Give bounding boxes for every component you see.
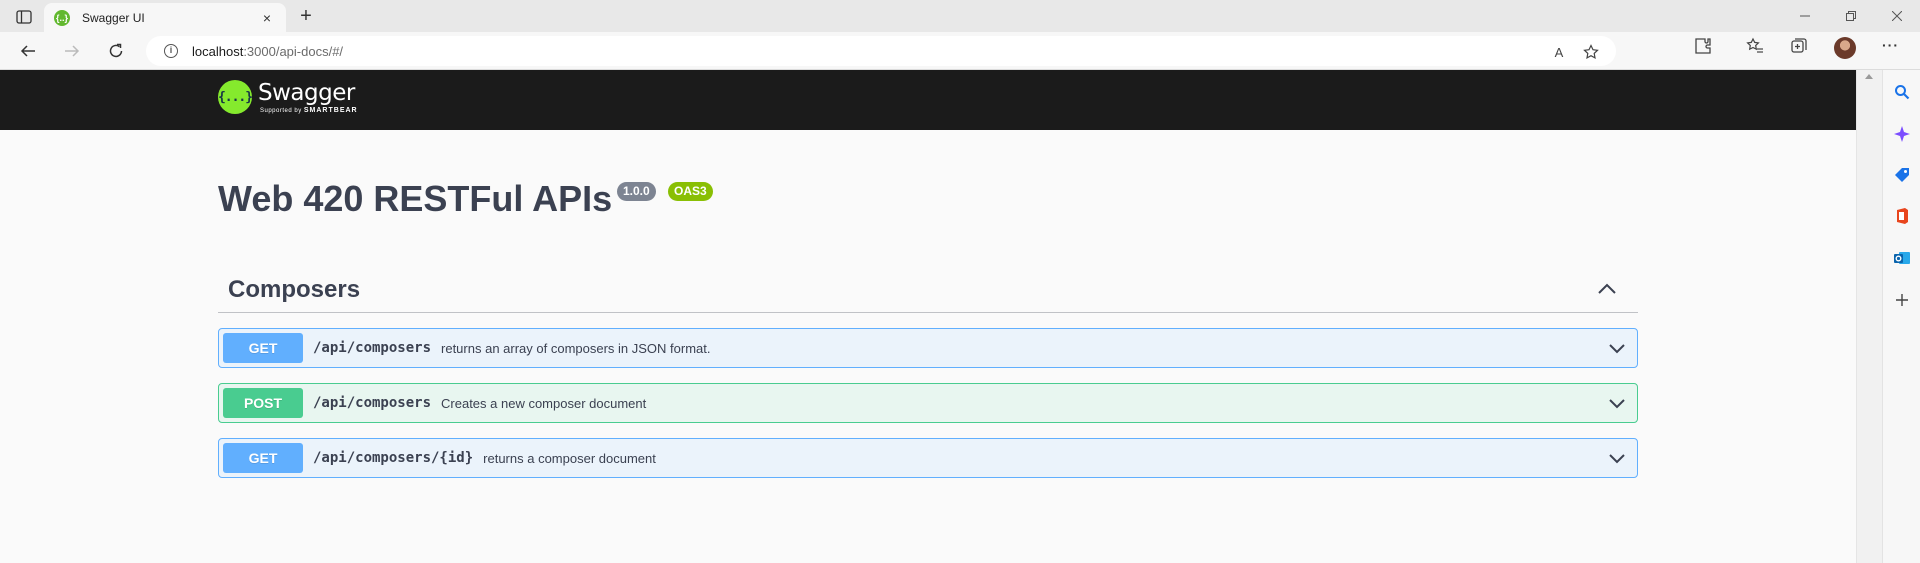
office-icon[interactable]	[1892, 206, 1912, 226]
minimize-icon[interactable]	[1782, 0, 1828, 32]
url-path: :3000/api-docs/#/	[243, 43, 344, 59]
extensions-icon[interactable]	[1694, 37, 1712, 55]
expand-chevron-down-icon[interactable]	[1607, 393, 1627, 413]
read-aloud-icon[interactable]: A	[1548, 41, 1570, 63]
back-arrow-icon[interactable]	[14, 37, 42, 65]
method-badge: GET	[223, 333, 303, 363]
tag-name: Composers	[228, 276, 361, 303]
operation-summary: returns an array of composers in JSON fo…	[441, 340, 711, 356]
site-info-icon[interactable]: i	[164, 44, 178, 58]
operation-summary: Creates a new composer document	[441, 395, 647, 411]
swagger-logo-icon: {...}	[218, 80, 253, 114]
favorites-icon[interactable]	[1746, 37, 1764, 55]
expand-chevron-down-icon[interactable]	[1607, 338, 1627, 358]
browser-toolbar: i localhost:3000/api-docs/#/ A ···	[0, 32, 1920, 70]
swagger-topbar: {...} Swagger Supported by SMARTBEAR	[0, 70, 1856, 130]
operation-path: /api/composers/{id}	[313, 450, 474, 466]
tab-close-icon[interactable]: ×	[258, 10, 276, 26]
search-icon[interactable]	[1892, 82, 1912, 102]
profile-avatar[interactable]	[1834, 37, 1856, 59]
close-window-icon[interactable]	[1874, 0, 1920, 32]
logo-supported-text: Supported by	[260, 108, 302, 114]
forward-arrow-icon[interactable]	[58, 37, 86, 65]
version-badge: 1.0.0	[617, 182, 656, 201]
logo-supported-by: Supported by SMARTBEAR	[260, 107, 358, 114]
method-badge: POST	[223, 388, 303, 418]
logo-name: Swagger	[258, 80, 355, 106]
scroll-up-arrow-icon[interactable]	[1865, 74, 1873, 79]
operation-summary: returns a composer document	[483, 450, 656, 466]
url-text: localhost:3000/api-docs/#/	[192, 44, 343, 59]
logo-words: Swagger Supported by SMARTBEAR	[258, 80, 358, 114]
shopping-tag-icon[interactable]	[1892, 165, 1912, 185]
window-controls	[1782, 0, 1920, 32]
method-badge: GET	[223, 443, 303, 473]
oas-badge: OAS3	[668, 182, 713, 201]
address-bar[interactable]: i localhost:3000/api-docs/#/ A	[146, 36, 1616, 66]
browser-tab-swagger[interactable]: {..} Swagger UI ×	[44, 3, 286, 32]
avatar	[1834, 37, 1856, 59]
favorite-star-icon[interactable]	[1580, 41, 1602, 63]
copilot-sparkle-icon[interactable]	[1892, 124, 1912, 144]
tab-title: Swagger UI	[82, 10, 145, 25]
operation-get-composer-by-id[interactable]: GET /api/composers/{id} returns a compos…	[218, 438, 1638, 478]
operation-get-composers[interactable]: GET /api/composers returns an array of c…	[218, 328, 1638, 368]
operation-path: /api/composers	[313, 340, 432, 356]
swagger-logo[interactable]: {...} Swagger Supported by SMARTBEAR	[218, 80, 358, 114]
operation-post-composers[interactable]: POST /api/composers Creates a new compos…	[218, 383, 1638, 423]
collapse-chevron-up-icon[interactable]	[1596, 278, 1618, 300]
refresh-icon[interactable]	[102, 37, 130, 65]
expand-chevron-down-icon[interactable]	[1607, 448, 1627, 468]
tag-section-header[interactable]: Composers	[218, 268, 1638, 313]
swagger-page: {...} Swagger Supported by SMARTBEAR Web…	[0, 70, 1856, 563]
restore-icon[interactable]	[1828, 0, 1874, 32]
page-scrollbar[interactable]	[1856, 70, 1882, 563]
operation-path: /api/composers	[313, 395, 432, 411]
browser-tab-strip: {..} Swagger UI × +	[0, 0, 1920, 32]
swagger-favicon-icon: {..}	[54, 9, 70, 26]
tab-actions-icon[interactable]	[10, 6, 38, 28]
api-title: Web 420 RESTFul APIs	[218, 178, 613, 219]
outlook-icon[interactable]	[1892, 248, 1912, 268]
edge-sidebar	[1882, 70, 1920, 563]
logo-brand: SMARTBEAR	[303, 107, 358, 114]
address-bar-actions: A	[1548, 41, 1602, 63]
add-sidebar-app-icon[interactable]	[1892, 290, 1912, 310]
url-host: localhost	[192, 43, 244, 59]
new-tab-button[interactable]: +	[294, 5, 318, 29]
collections-icon[interactable]	[1790, 37, 1808, 55]
settings-more-icon[interactable]: ···	[1882, 37, 1899, 53]
